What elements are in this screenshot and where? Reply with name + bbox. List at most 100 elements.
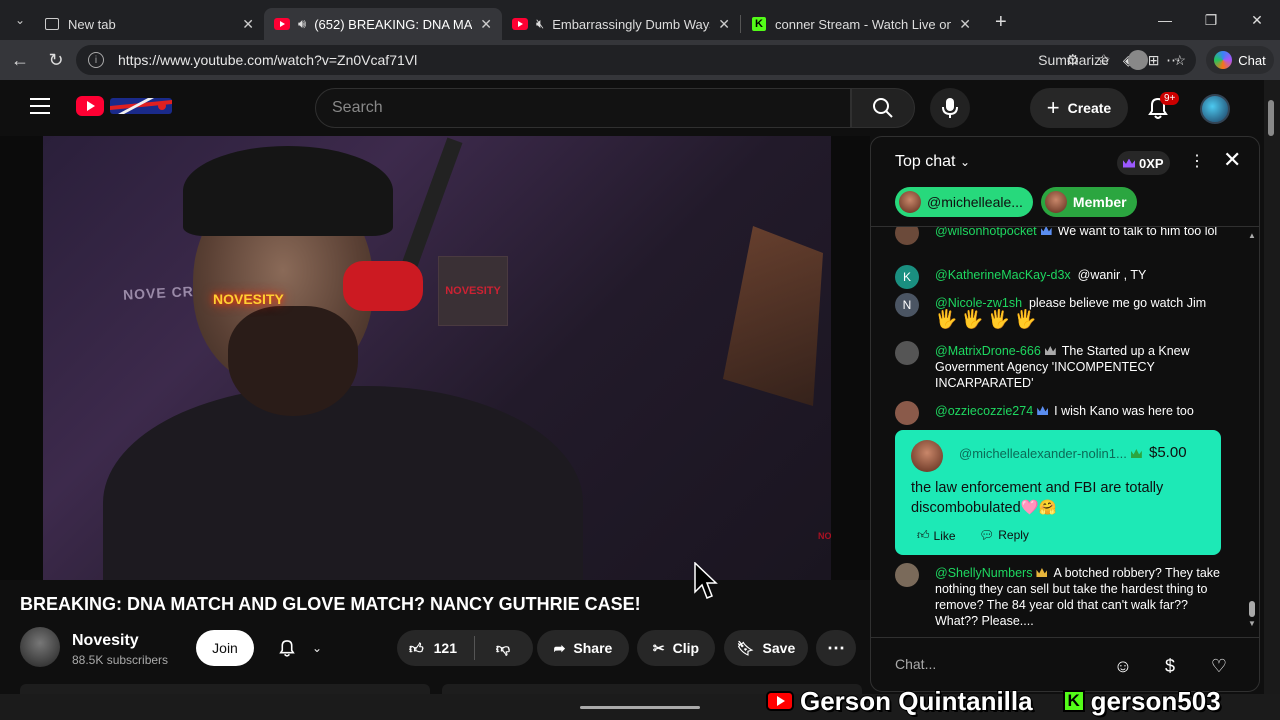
like-label: Like — [933, 528, 956, 543]
tab-search-dropdown-icon[interactable]: ⌄ — [6, 6, 34, 34]
page-scrollbar[interactable] — [1264, 80, 1280, 720]
clip-button[interactable]: ✂ Clip — [637, 630, 715, 666]
tab-new-tab[interactable]: New tab ✕ — [34, 8, 264, 40]
scrollbar-thumb[interactable] — [1268, 100, 1274, 136]
dislike-button[interactable]: 👎︎ — [475, 640, 531, 657]
heart-icon[interactable]: ♡ — [1207, 654, 1231, 678]
close-icon[interactable]: ✕ — [242, 16, 254, 33]
video-player[interactable]: NOVE CROSS NOVESITY NOVESITY NOVESITY — [43, 136, 831, 580]
chat-input[interactable]: Chat... — [895, 656, 936, 672]
chat-author[interactable]: @ozziecozzie274 — [935, 404, 1033, 418]
copilot-chat-label: Chat — [1238, 52, 1266, 68]
chat-message-list[interactable]: @wilsonhotpocket We want to talk to him t… — [871, 227, 1243, 627]
site-info-icon[interactable]: i — [88, 52, 104, 68]
youtube-doodle-logo-icon[interactable] — [108, 94, 174, 118]
super-chat-dollar-icon[interactable]: $ — [1158, 654, 1182, 678]
voice-search-button[interactable] — [930, 88, 970, 128]
scissors-icon: ✂ — [652, 639, 665, 656]
close-icon[interactable]: ✕ — [959, 16, 971, 33]
verified-icon — [1044, 346, 1056, 355]
chat-author[interactable]: @ShellyNumbers — [935, 566, 1032, 580]
save-button[interactable]: 🔖︎ Save — [724, 630, 808, 666]
restore-icon[interactable]: ❐ — [1188, 12, 1234, 29]
favorites-icon[interactable]: ✩ — [1097, 51, 1110, 69]
chat-message[interactable]: @ShellyNumbers A botched robbery? They ta… — [895, 563, 1225, 627]
tab-kick[interactable]: K conner Stream - Watch Live on Kic ✕ — [741, 8, 981, 40]
like-dislike-group: 👍︎ 121 👎︎ — [397, 630, 533, 666]
chat-close-icon[interactable]: ✕ — [1223, 147, 1241, 173]
channel-avatar[interactable] — [20, 627, 60, 667]
tab-youtube-2[interactable]: 🔇︎ Embarrassingly Dumb Ways P ✕ — [502, 8, 740, 40]
neon-sign: NOVESITY — [213, 291, 284, 307]
taskbar-handle[interactable] — [580, 706, 700, 709]
chat-author[interactable]: @Nicole-zw1sh — [935, 296, 1022, 310]
mouse-cursor-icon — [694, 562, 718, 599]
scroll-down-icon[interactable]: ▼ — [1248, 619, 1256, 628]
minimize-icon[interactable]: — — [1142, 12, 1188, 28]
chat-text: I wish Kano was here too — [1054, 404, 1194, 418]
chat-avatar: K — [895, 265, 919, 289]
youtube-logo-icon[interactable] — [76, 96, 104, 116]
chip-member[interactable]: Member — [1040, 187, 1137, 217]
share-button[interactable]: ➦ Share — [537, 630, 629, 666]
speaker-icon[interactable]: 🔊︎ — [298, 16, 306, 32]
chat-author[interactable]: @MatrixDrone-666 — [935, 344, 1041, 358]
emoji-icon[interactable]: ☺ — [1111, 654, 1135, 678]
superchat-like-button[interactable]: 👍︎ Like — [917, 528, 956, 543]
chat-emoji: 🖐🖐🖐🖐 — [935, 309, 1041, 329]
chat-scrollbar[interactable]: ▲ ▼ — [1245, 227, 1259, 635]
chat-message[interactable]: @ozziecozzie274 I wish Kano was here too — [895, 401, 1225, 425]
join-button[interactable]: Join — [196, 630, 254, 666]
chat-message[interactable]: @wilsonhotpocket We want to talk to him t… — [895, 227, 1225, 245]
chat-text: We want to talk to him too lol — [1057, 227, 1218, 238]
youtube-favicon-icon — [274, 16, 290, 32]
new-tab-plus-icon[interactable]: + — [995, 11, 1007, 34]
channel-name[interactable]: Novesity — [72, 632, 139, 650]
chat-mode-dropdown[interactable]: Top chat ⌄ — [895, 153, 970, 171]
url-field[interactable]: i https://www.youtube.com/watch?v=Zn0Vca… — [76, 45, 1196, 75]
create-button[interactable]: + Create — [1030, 88, 1128, 128]
thumbs-down-icon: 👎︎ — [495, 639, 511, 656]
xp-badge[interactable]: 0XP — [1117, 151, 1170, 175]
save-label: Save — [762, 640, 796, 656]
close-icon[interactable]: ✕ — [718, 16, 730, 33]
copilot-chat-button[interactable]: Chat — [1206, 46, 1274, 74]
window-close-icon[interactable]: ✕ — [1234, 12, 1280, 29]
profile-avatar-icon[interactable] — [1128, 50, 1149, 70]
superchat-author[interactable]: @michellealexander-nolin1... — [959, 446, 1148, 461]
superchat-reply-button[interactable]: 💬︎ Reply — [979, 528, 1029, 542]
chat-scroll-thumb[interactable] — [1249, 601, 1255, 617]
subscription-bell-button[interactable]: ⌄ — [268, 630, 338, 666]
browser-extensions: ⚙ ✩ ⋯ — [1066, 40, 1181, 80]
chat-message[interactable]: N @Nicole-zw1sh please believe me go wat… — [895, 293, 1225, 329]
back-arrow-icon[interactable]: ← — [2, 50, 38, 71]
chip-user[interactable]: @michelleale... — [895, 187, 1033, 217]
like-button[interactable]: 👍︎ 121 — [397, 636, 475, 660]
superchat-card[interactable]: @michellealexander-nolin1... $5.00 the l… — [895, 430, 1221, 555]
tab-title: (652) BREAKING: DNA MATCH — [314, 16, 472, 32]
streamer-beard — [228, 306, 358, 416]
new-tab-icon — [44, 16, 60, 32]
refresh-icon[interactable]: ↻ — [38, 50, 74, 71]
close-icon[interactable]: ✕ — [480, 16, 492, 33]
streamer-body — [103, 386, 583, 580]
chat-chips: @michelleale... Member — [895, 187, 1137, 217]
search-button[interactable] — [851, 88, 915, 128]
microphone — [343, 261, 423, 311]
tab-title: conner Stream - Watch Live on Kic — [775, 16, 952, 32]
extensions-icon[interactable]: ⚙ — [1066, 51, 1079, 69]
chat-author[interactable]: @KatherineMacKay-d3x — [935, 268, 1071, 282]
chat-message[interactable]: K @KatherineMacKay-d3x @wanir , TY — [895, 265, 1225, 289]
chat-author[interactable]: @wilsonhotpocket — [935, 227, 1037, 238]
more-actions-button[interactable]: ⋯ — [816, 630, 856, 666]
more-menu-icon[interactable]: ⋯ — [1166, 51, 1181, 69]
tab-youtube-active[interactable]: 🔊︎ (652) BREAKING: DNA MATCH ✕ — [264, 8, 502, 40]
muted-speaker-icon[interactable]: 🔇︎ — [536, 16, 544, 32]
search-input[interactable]: Search — [315, 88, 851, 128]
account-avatar[interactable] — [1200, 94, 1230, 124]
chat-more-icon[interactable]: ⋮ — [1189, 151, 1205, 171]
reply-label: Reply — [998, 528, 1029, 542]
chat-message[interactable]: @MatrixDrone-666 The Started up a Knew Go… — [895, 341, 1225, 391]
scroll-up-icon[interactable]: ▲ — [1248, 231, 1256, 240]
hamburger-menu-icon[interactable] — [30, 98, 50, 119]
